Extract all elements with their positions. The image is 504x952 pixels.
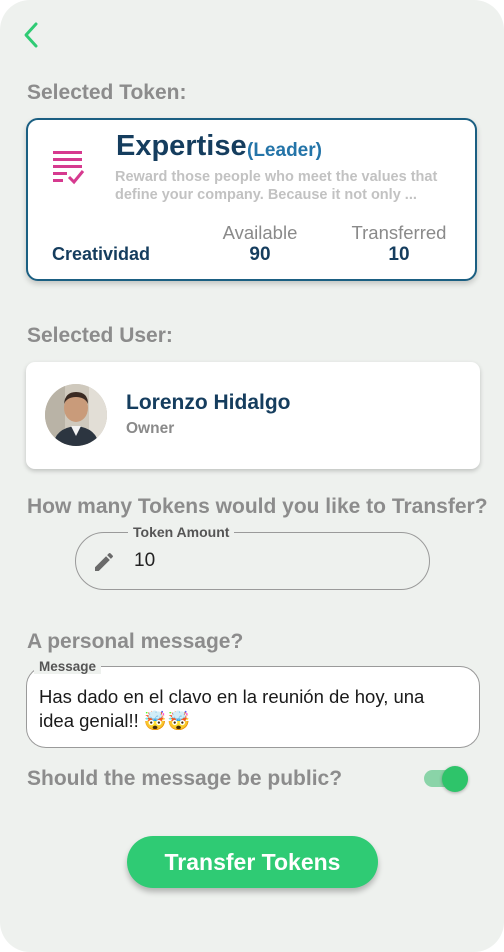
transferred-value: 10 [388, 244, 410, 265]
message-label: Message [34, 659, 102, 674]
transfer-tokens-button[interactable]: Transfer Tokens [127, 836, 378, 888]
token-amount-value: 10 [134, 550, 156, 571]
transferred-label: Transferred [351, 222, 447, 243]
message-question: A personal message? [27, 630, 244, 653]
user-card[interactable]: Lorenzo Hidalgo Owner [26, 362, 480, 469]
token-amount-question: How many Tokens would you like to Transf… [27, 495, 488, 518]
token-amount-label: Token Amount [128, 524, 235, 540]
user-role: Owner [126, 420, 175, 437]
message-field[interactable]: Message Has dado en el clavo en la reuni… [26, 659, 480, 748]
avatar [45, 384, 107, 446]
available-value: 90 [249, 244, 271, 265]
available-label: Available [222, 222, 298, 243]
selected-user-label: Selected User: [27, 324, 173, 347]
list-check-icon [53, 149, 85, 192]
token-card[interactable]: Expertise (Leader) Reward those people w… [26, 118, 477, 281]
chevron-left-icon [24, 22, 38, 48]
back-button[interactable] [16, 18, 46, 52]
pencil-icon [92, 550, 116, 579]
token-category: Creatividad [52, 244, 151, 264]
transfer-screen: Selected Token: Expertise (Leader) Rewar… [0, 0, 504, 952]
public-question: Should the message be public? [27, 767, 343, 790]
user-name: Lorenzo Hidalgo [126, 391, 291, 414]
message-value: Has dado en el clavo en la reunión de ho… [39, 686, 425, 731]
token-name: Expertise [116, 130, 247, 162]
token-description: Reward those people who meet the values … [115, 169, 438, 203]
token-role: (Leader) [247, 140, 322, 161]
token-amount-field[interactable]: Token Amount 10 [75, 524, 430, 590]
toggle-knob[interactable] [442, 766, 468, 792]
selected-token-label: Selected Token: [27, 81, 187, 104]
